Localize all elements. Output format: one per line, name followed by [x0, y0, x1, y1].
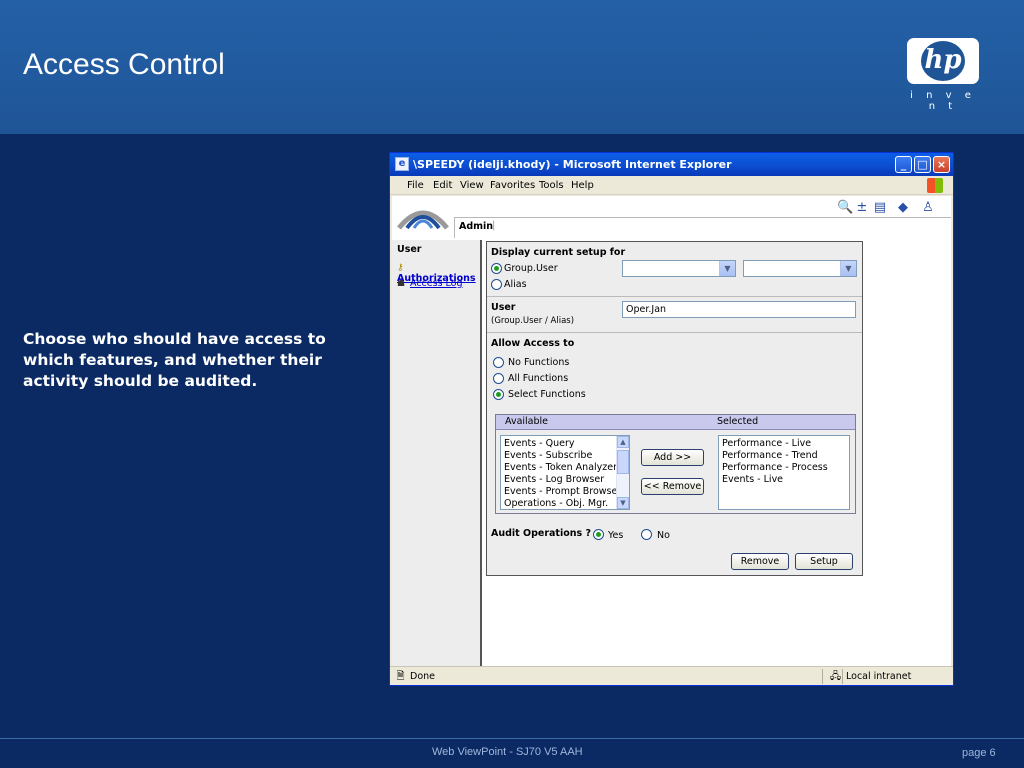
- available-header: Available: [505, 416, 549, 427]
- selected-header: Selected: [717, 416, 759, 427]
- menu-view[interactable]: View: [460, 176, 484, 195]
- user-hint: (Group.User / Alias): [491, 316, 575, 326]
- radio-audit-yes[interactable]: [593, 529, 604, 540]
- hp-logo-mark: hp: [921, 41, 965, 81]
- picker-header: Available Selected: [496, 415, 855, 430]
- key-icon: ⚷: [397, 263, 404, 273]
- selected-list[interactable]: Performance - Live Performance - Trend P…: [718, 435, 850, 510]
- radio-audit-no-label: No: [657, 530, 670, 541]
- menu-tools[interactable]: Tools: [539, 176, 564, 195]
- list-item[interactable]: Events - Prompt Browser: [504, 486, 629, 498]
- slide-description: Choose who should have access to which f…: [23, 330, 326, 390]
- list-item[interactable]: Events - Log Browser: [504, 474, 629, 486]
- user-select[interactable]: ▼: [743, 260, 857, 277]
- page-done-icon: 🗎: [396, 671, 405, 682]
- browser-window: e \SPEEDY (idelji.khody) - Microsoft Int…: [389, 152, 954, 686]
- list-item[interactable]: Events - Token Analyzer: [504, 462, 629, 474]
- minimize-icon[interactable]: _: [895, 156, 912, 173]
- search-icon[interactable]: 🔍: [837, 200, 853, 216]
- radio-group-user-label: Group.User: [504, 263, 558, 274]
- menu-file[interactable]: File: [407, 176, 424, 195]
- user-label: User: [491, 302, 516, 313]
- people-icon: ☗: [397, 279, 406, 289]
- radio-all-functions-label: All Functions: [508, 373, 569, 384]
- list-item[interactable]: Events - Live: [722, 474, 849, 486]
- user-add-icon[interactable]: ±: [854, 200, 870, 216]
- status-bar: 🗎 Done 🖧 Local intranet: [390, 666, 953, 685]
- ie-page-icon: e: [395, 157, 409, 171]
- group-select[interactable]: ▼: [622, 260, 736, 277]
- window-title: \SPEEDY (idelji.khody) - Microsoft Inter…: [413, 158, 732, 171]
- available-scrollbar[interactable]: ▲ ▼: [616, 436, 629, 509]
- app-logo-icon: [397, 210, 449, 230]
- access-form: Display current setup for Group.User Ali…: [486, 241, 863, 576]
- radio-select-functions[interactable]: [493, 389, 504, 400]
- scrollbar-thumb[interactable]: [617, 450, 629, 474]
- tab-separator: |: [492, 220, 496, 231]
- windows-logo-icon: [927, 178, 943, 193]
- nav-item-access-log[interactable]: ☗ Access Log: [397, 278, 463, 289]
- intranet-icon: 🖧: [829, 671, 842, 682]
- status-divider: [822, 669, 823, 684]
- add-button[interactable]: Add >>: [641, 449, 704, 466]
- hp-logo-badge: hp: [907, 38, 979, 84]
- close-icon[interactable]: ×: [933, 156, 950, 173]
- radio-no-functions[interactable]: [493, 357, 504, 368]
- page-number: page 6: [962, 747, 996, 759]
- maximize-icon[interactable]: □: [914, 156, 931, 173]
- status-divider: [842, 669, 843, 684]
- book-icon[interactable]: ◆: [895, 200, 911, 216]
- page-content: 🔍 ± ▤ ◆ ♙ Admin | User ⚷Authorizations ☗…: [392, 196, 951, 666]
- menu-bar: File Edit View Favorites Tools Help: [390, 176, 953, 195]
- radio-all-functions[interactable]: [493, 373, 504, 384]
- tab-admin-label: Admin: [459, 221, 494, 232]
- radio-group-user[interactable]: [491, 263, 502, 274]
- menu-edit[interactable]: Edit: [433, 176, 452, 195]
- radio-no-functions-label: No Functions: [508, 357, 570, 368]
- list-item[interactable]: Operations - Obj. Mgr.: [504, 498, 629, 509]
- available-list[interactable]: Events - Query Events - Subscribe Events…: [500, 435, 630, 510]
- radio-alias-label: Alias: [504, 279, 527, 290]
- tab-admin[interactable]: Admin |: [454, 217, 951, 238]
- footer-text: Web ViewPoint - SJ70 V5 AAH: [432, 746, 583, 758]
- slide-title: Access Control: [23, 48, 225, 81]
- menu-help[interactable]: Help: [571, 176, 594, 195]
- radio-audit-yes-label: Yes: [608, 530, 624, 541]
- form-divider: [487, 296, 862, 297]
- list-item[interactable]: Events - Subscribe: [504, 450, 629, 462]
- window-titlebar[interactable]: e \SPEEDY (idelji.khody) - Microsoft Int…: [390, 153, 953, 176]
- radio-audit-no[interactable]: [641, 529, 652, 540]
- audit-label: Audit Operations ?: [491, 528, 591, 539]
- allow-access-label: Allow Access to: [491, 338, 575, 349]
- setup-button[interactable]: Setup: [795, 553, 853, 570]
- list-item[interactable]: Performance - Process: [722, 462, 849, 474]
- chevron-up-icon[interactable]: ▲: [617, 436, 629, 448]
- chevron-down-icon[interactable]: ▼: [617, 497, 629, 509]
- remove-button[interactable]: Remove: [731, 553, 789, 570]
- hp-logo-tagline: i n v e n t: [910, 90, 976, 112]
- status-text: Done: [410, 671, 435, 682]
- list-item[interactable]: Events - Query: [504, 438, 629, 450]
- slide-header: Access Control hp i n v e n t: [0, 0, 1024, 134]
- radio-alias[interactable]: [491, 279, 502, 290]
- person-icon[interactable]: ♙: [920, 200, 936, 216]
- computer-icon[interactable]: ▤: [872, 200, 888, 216]
- function-picker: Available Selected Events - Query Events…: [495, 414, 856, 514]
- remove-from-list-button[interactable]: << Remove: [641, 478, 704, 495]
- radio-select-functions-label: Select Functions: [508, 389, 586, 400]
- list-item[interactable]: Performance - Trend: [722, 450, 849, 462]
- chevron-down-icon: ▼: [840, 261, 856, 276]
- menu-favorites[interactable]: Favorites: [490, 176, 535, 195]
- list-item[interactable]: Performance - Live: [722, 438, 849, 450]
- user-input[interactable]: [622, 301, 856, 318]
- display-setup-label: Display current setup for: [491, 247, 626, 258]
- zone-text: Local intranet: [846, 671, 912, 682]
- app-toolbar: 🔍 ± ▤ ◆ ♙ Admin |: [392, 196, 951, 240]
- chevron-down-icon: ▼: [719, 261, 735, 276]
- form-divider: [487, 332, 862, 333]
- hp-logo: hp i n v e n t: [907, 38, 981, 112]
- nav-header: User: [397, 244, 422, 255]
- footer-divider: [0, 738, 1024, 739]
- left-nav: User ⚷Authorizations ☗ Access Log: [392, 240, 482, 666]
